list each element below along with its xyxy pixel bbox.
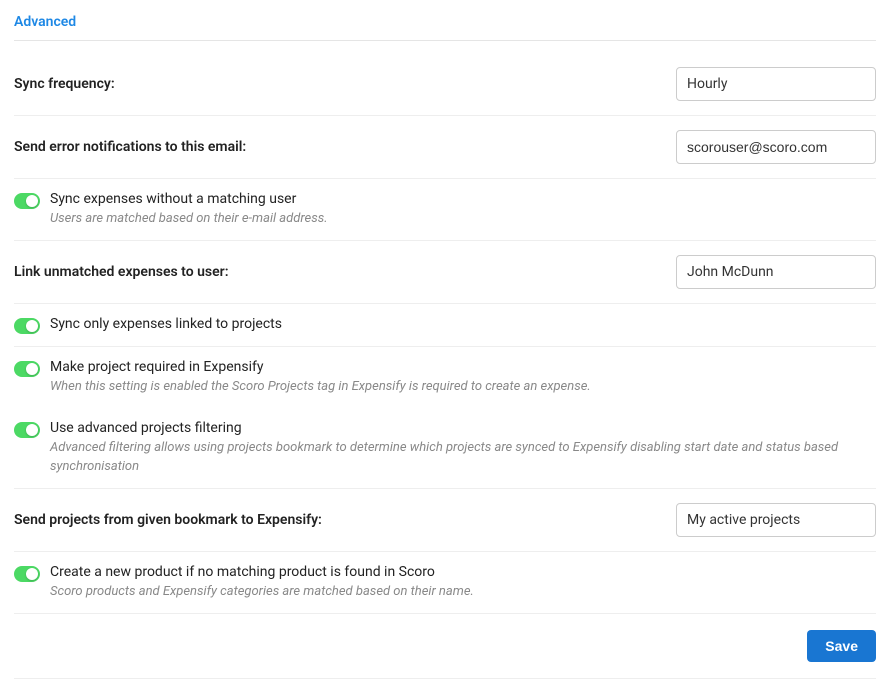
row-project-required: Make project required in Expensify When … (14, 347, 876, 408)
input-error-email[interactable] (676, 130, 876, 164)
label-sync-linked-projects: Sync only expenses linked to projects (50, 316, 876, 332)
label-create-product: Create a new product if no matching prod… (50, 564, 876, 580)
toggle-sync-no-user[interactable] (14, 193, 40, 209)
desc-project-required: When this setting is enabled the Scoro P… (50, 378, 876, 396)
select-sync-frequency[interactable]: Hourly (676, 67, 876, 101)
label-bookmark: Send projects from given bookmark to Exp… (14, 512, 322, 528)
row-create-product: Create a new product if no matching prod… (14, 552, 876, 614)
toggle-advanced-filtering[interactable] (14, 422, 40, 438)
row-link-unmatched-user: Link unmatched expenses to user: John Mc… (14, 241, 876, 304)
toggle-sync-linked-projects[interactable] (14, 318, 40, 334)
label-error-email: Send error notifications to this email: (14, 139, 246, 155)
desc-create-product: Scoro products and Expensify categories … (50, 583, 876, 601)
label-project-required: Make project required in Expensify (50, 359, 876, 375)
select-bookmark[interactable]: My active projects (676, 503, 876, 537)
desc-advanced-filtering: Advanced filtering allows using projects… (50, 439, 876, 475)
label-sync-frequency: Sync frequency: (14, 76, 115, 92)
section-title-advanced: Advanced (14, 14, 876, 41)
row-error-email: Send error notifications to this email: (14, 116, 876, 179)
save-button[interactable]: Save (807, 630, 876, 662)
footer: Save (14, 614, 876, 662)
row-sync-linked-projects: Sync only expenses linked to projects (14, 304, 876, 347)
label-sync-no-user: Sync expenses without a matching user (50, 191, 876, 207)
label-advanced-filtering: Use advanced projects filtering (50, 420, 876, 436)
row-sync-frequency: Sync frequency: Hourly (14, 53, 876, 116)
desc-sync-no-user: Users are matched based on their e-mail … (50, 210, 876, 228)
select-link-unmatched-user[interactable]: John McDunn (676, 255, 876, 289)
toggle-project-required[interactable] (14, 361, 40, 377)
bottom-divider (14, 678, 876, 679)
row-advanced-filtering: Use advanced projects filtering Advanced… (14, 408, 876, 488)
toggle-create-product[interactable] (14, 566, 40, 582)
row-sync-no-user: Sync expenses without a matching user Us… (14, 179, 876, 241)
label-link-unmatched-user: Link unmatched expenses to user: (14, 264, 229, 280)
row-bookmark: Send projects from given bookmark to Exp… (14, 489, 876, 552)
